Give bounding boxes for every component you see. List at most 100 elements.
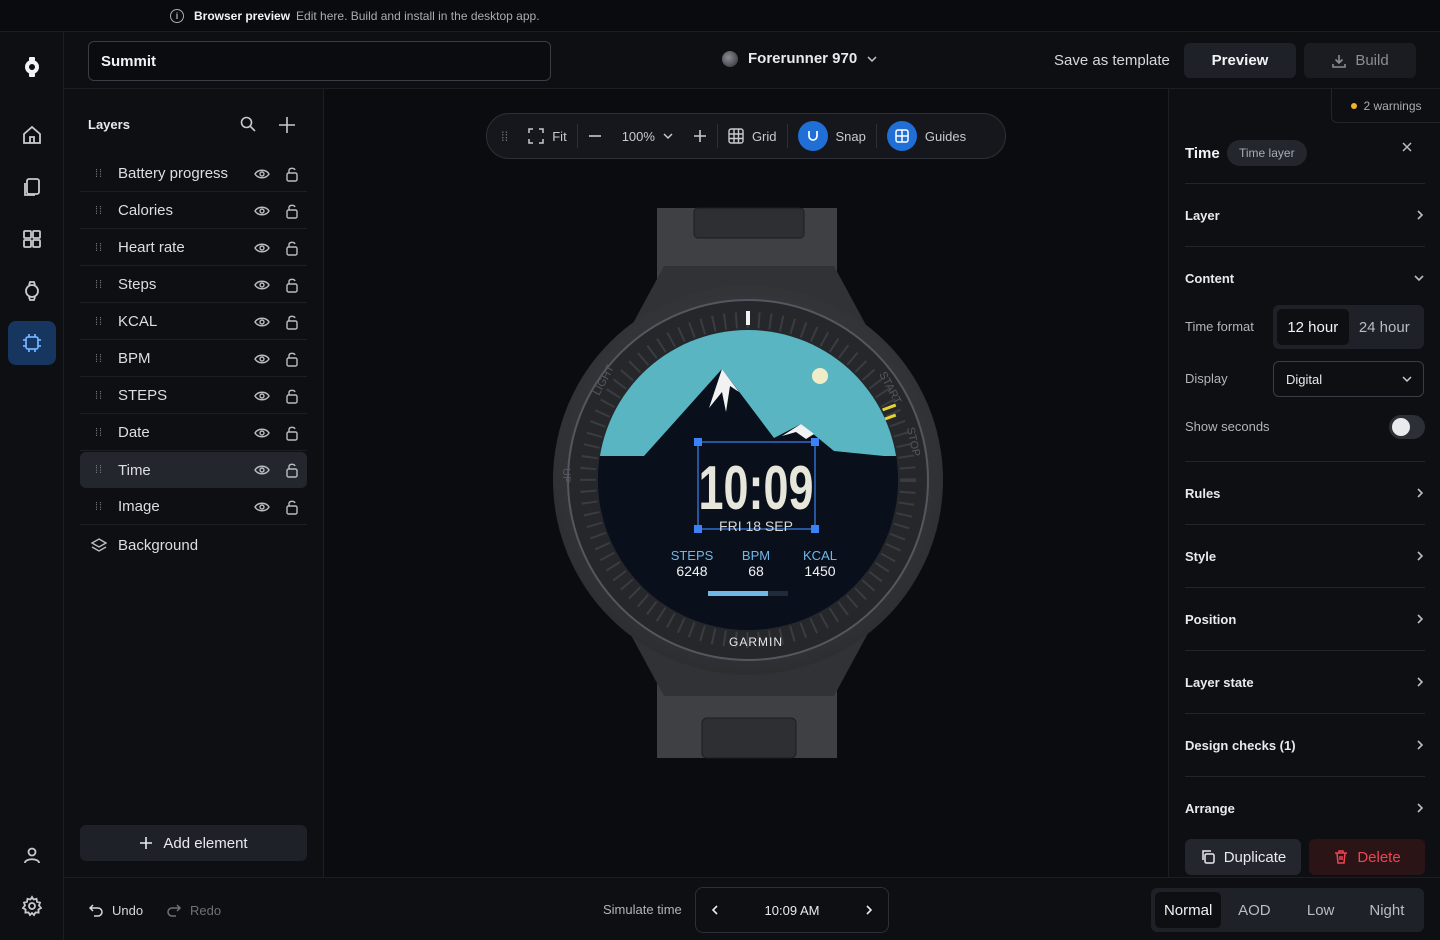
time-format-12-hour[interactable]: 12 hour — [1277, 309, 1349, 345]
chevron-right-icon[interactable] — [864, 904, 874, 916]
warnings-indicator[interactable]: 2 warnings — [1331, 89, 1440, 123]
stat-label-steps[interactable]: STEPS — [671, 548, 714, 563]
resize-handle[interactable] — [694, 525, 702, 533]
layer-row-date[interactable]: ⁞⁞ Date — [80, 415, 307, 451]
watch-preview[interactable]: LIGHT START STOP UP 10:09 FRI 18 SEP STE… — [544, 206, 944, 761]
save-as-template-button[interactable]: Save as template — [1054, 52, 1170, 69]
watch-icon[interactable] — [8, 269, 56, 313]
stat-label-bpm[interactable]: BPM — [742, 548, 770, 563]
undo-button[interactable]: Undo — [88, 902, 143, 918]
section-style[interactable]: Style — [1185, 524, 1425, 587]
layer-row-background[interactable]: Background — [80, 527, 307, 563]
unlock-icon[interactable] — [277, 240, 307, 256]
visibility-eye-icon[interactable] — [247, 499, 277, 515]
visibility-eye-icon[interactable] — [247, 388, 277, 404]
duplicate-button[interactable]: Duplicate — [1185, 839, 1301, 875]
visibility-eye-icon[interactable] — [247, 462, 277, 478]
toolbar-drag-handle-icon[interactable]: ⁞⁞ — [487, 129, 518, 144]
unlock-icon[interactable] — [277, 277, 307, 293]
section-design-checks[interactable]: Design checks (1) — [1185, 713, 1425, 776]
section-layer-state[interactable]: Layer state — [1185, 650, 1425, 713]
drag-handle-icon[interactable]: ⁞⁞ — [80, 501, 118, 513]
time-format-24-hour[interactable]: 24 hour — [1349, 309, 1421, 345]
layer-row-calories[interactable]: ⁞⁞ Calories — [80, 193, 307, 229]
grid-toggle[interactable]: Grid — [718, 128, 787, 144]
zoom-level-select[interactable]: 100% — [612, 129, 683, 144]
add-layer-icon[interactable] — [277, 115, 297, 135]
layer-row-battery-progress[interactable]: ⁞⁞ Battery progress — [80, 156, 307, 192]
resize-handle[interactable] — [811, 525, 819, 533]
section-position[interactable]: Position — [1185, 587, 1425, 650]
build-button[interactable]: Build — [1304, 43, 1416, 78]
resize-handle[interactable] — [811, 438, 819, 446]
display-select[interactable]: Digital — [1273, 361, 1424, 397]
delete-button[interactable]: Delete — [1309, 839, 1425, 875]
unlock-icon[interactable] — [277, 388, 307, 404]
section-content[interactable]: Content — [1185, 246, 1425, 309]
visibility-eye-icon[interactable] — [247, 351, 277, 367]
battery-progress-bar[interactable] — [708, 591, 768, 596]
settings-gear-icon[interactable] — [8, 884, 56, 928]
drag-handle-icon[interactable]: ⁞⁞ — [80, 390, 118, 402]
unlock-icon[interactable] — [277, 462, 307, 478]
chip-editor-icon[interactable] — [8, 321, 56, 365]
account-icon[interactable] — [8, 833, 56, 877]
guides-toggle[interactable]: Guides — [877, 121, 976, 151]
layer-row-kcal[interactable]: ⁞⁞ KCAL — [80, 304, 307, 340]
fit-button[interactable]: Fit — [518, 128, 576, 144]
mode-normal[interactable]: Normal — [1155, 892, 1222, 928]
unlock-icon[interactable] — [277, 425, 307, 441]
app-logo-icon[interactable] — [8, 45, 56, 89]
files-icon[interactable] — [8, 165, 56, 209]
watch-time-digits[interactable]: 10:09 — [699, 454, 814, 523]
show-seconds-toggle[interactable] — [1389, 415, 1425, 439]
close-inspector-icon[interactable] — [1401, 141, 1413, 153]
drag-handle-icon[interactable]: ⁞⁞ — [80, 427, 118, 439]
editor-canvas[interactable]: ⁞⁞ Fit 100% Grid Snap Guides LIGHT START… — [324, 89, 1168, 877]
section-arrange[interactable]: Arrange — [1185, 776, 1425, 839]
simulated-time-value[interactable]: 10:09 AM — [765, 903, 820, 918]
drag-handle-icon[interactable]: ⁞⁞ — [80, 279, 118, 291]
device-selector[interactable]: Forerunner 970 — [722, 50, 877, 67]
drag-handle-icon[interactable]: ⁞⁞ — [80, 168, 118, 180]
resize-handle[interactable] — [694, 438, 702, 446]
add-element-button[interactable]: Add element — [80, 825, 307, 861]
watch-date[interactable]: FRI 18 SEP — [719, 518, 793, 534]
components-icon[interactable] — [8, 217, 56, 261]
drag-handle-icon[interactable]: ⁞⁞ — [80, 242, 118, 254]
mode-night[interactable]: Night — [1354, 892, 1420, 928]
snap-toggle[interactable]: Snap — [788, 121, 876, 151]
visibility-eye-icon[interactable] — [247, 277, 277, 293]
visibility-eye-icon[interactable] — [247, 203, 277, 219]
project-name-input[interactable] — [88, 41, 551, 81]
redo-button[interactable]: Redo — [166, 902, 221, 918]
home-icon[interactable] — [8, 113, 56, 157]
layer-row-steps-label[interactable]: ⁞⁞ STEPS — [80, 378, 307, 414]
section-layer[interactable]: Layer — [1185, 183, 1425, 246]
visibility-eye-icon[interactable] — [247, 314, 277, 330]
unlock-icon[interactable] — [277, 314, 307, 330]
visibility-eye-icon[interactable] — [247, 425, 277, 441]
stat-value-steps[interactable]: 6248 — [676, 563, 707, 579]
unlock-icon[interactable] — [277, 499, 307, 515]
preview-button[interactable]: Preview — [1184, 43, 1296, 78]
layer-row-time[interactable]: ⁞⁞ Time — [80, 452, 307, 488]
chevron-left-icon[interactable] — [710, 904, 720, 916]
layer-row-heart-rate[interactable]: ⁞⁞ Heart rate — [80, 230, 307, 266]
stat-label-kcal[interactable]: KCAL — [803, 548, 837, 563]
drag-handle-icon[interactable]: ⁞⁞ — [80, 205, 118, 217]
zoom-in-button[interactable] — [683, 129, 717, 143]
mode-aod[interactable]: AOD — [1221, 892, 1287, 928]
layer-row-bpm[interactable]: ⁞⁞ BPM — [80, 341, 307, 377]
visibility-eye-icon[interactable] — [247, 166, 277, 182]
unlock-icon[interactable] — [277, 166, 307, 182]
unlock-icon[interactable] — [277, 203, 307, 219]
drag-handle-icon[interactable]: ⁞⁞ — [80, 353, 118, 365]
search-layers-icon[interactable] — [239, 115, 257, 133]
layer-row-steps[interactable]: ⁞⁞ Steps — [80, 267, 307, 303]
unlock-icon[interactable] — [277, 351, 307, 367]
drag-handle-icon[interactable]: ⁞⁞ — [80, 464, 118, 476]
mode-low[interactable]: Low — [1288, 892, 1354, 928]
zoom-out-button[interactable] — [578, 129, 612, 143]
stat-value-bpm[interactable]: 68 — [748, 563, 764, 579]
